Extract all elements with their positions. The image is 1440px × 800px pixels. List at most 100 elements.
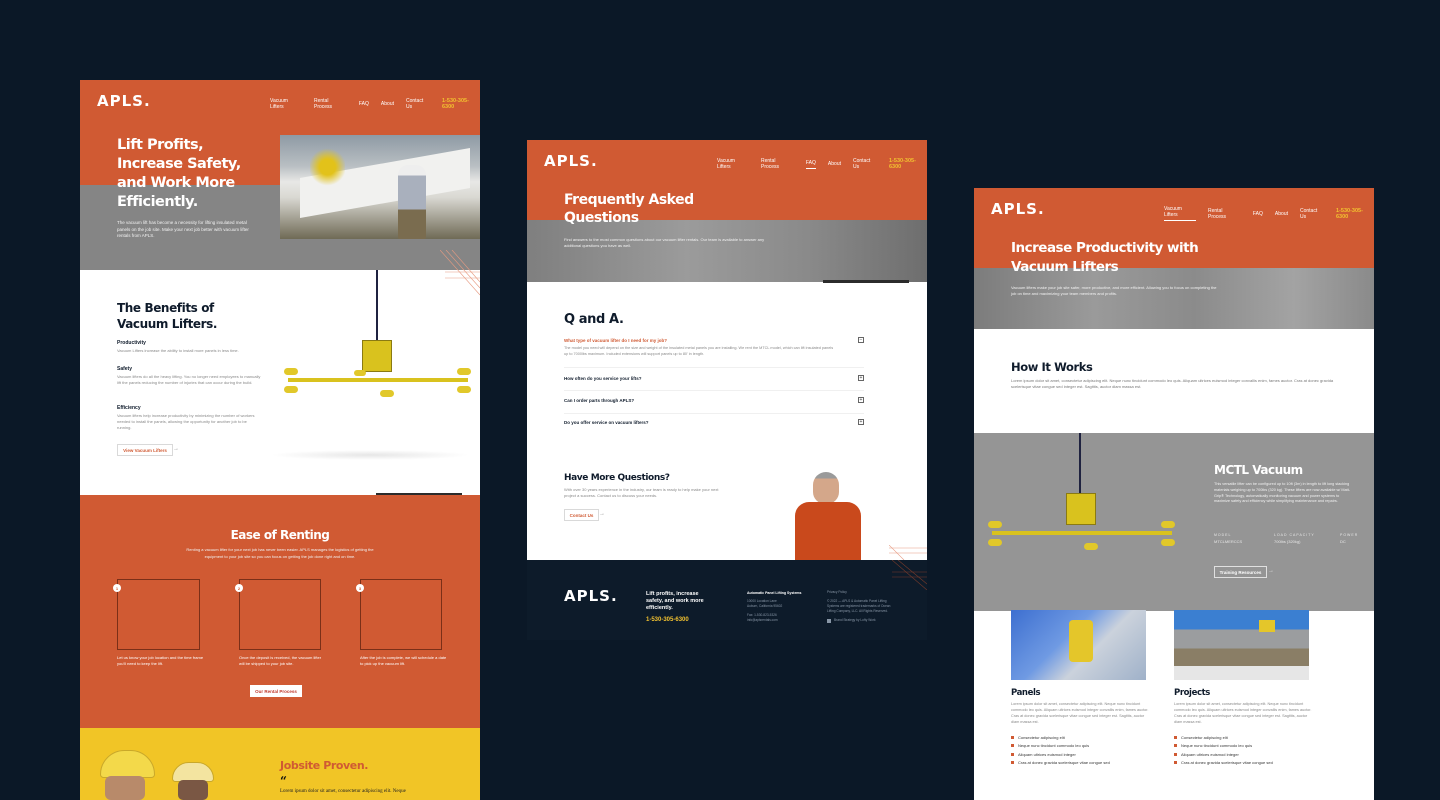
nav-vacuum-lifters[interactable]: Vacuum Lifters	[270, 98, 302, 110]
faq-item-open[interactable]: What type of vacuum lifter do I need for…	[564, 336, 864, 368]
faq-question[interactable]: Can I order parts through APLS?	[564, 398, 634, 403]
credit-icon	[827, 619, 831, 623]
footer-credit[interactable]: Brand Strategy by Lofty Work	[834, 618, 876, 623]
contact-us-button[interactable]: Contact Us	[564, 509, 599, 521]
benefit-title: Efficiency	[117, 405, 141, 411]
lifters-hero-title: Increase Productivity with Vacuum Lifter…	[1011, 239, 1199, 277]
worker-photo-2	[172, 762, 217, 800]
address-line: Auburn, California 95602	[747, 604, 783, 608]
testimonial-quote: Lorem ipsum dolor sit amet, consectetur …	[280, 789, 406, 794]
bullet-text: Cras at donec gravida scelerisque vitae …	[1181, 760, 1273, 766]
logo[interactable]: APLS.	[97, 92, 151, 110]
collapse-icon[interactable]: −	[858, 337, 864, 343]
lifter-beam	[992, 531, 1172, 535]
faq-question[interactable]: How often do you service your lifts?	[564, 376, 642, 381]
bullet-icon	[1011, 735, 1014, 739]
benefit-text: Vacuum Lifters increase the ability to i…	[117, 348, 239, 353]
nav-rental-process[interactable]: Rental Process	[314, 98, 347, 110]
nav-contact-us[interactable]: Contact Us	[1300, 208, 1324, 220]
nav-vacuum-lifters[interactable]: Vacuum Lifters	[717, 158, 749, 170]
step-image-box	[239, 579, 321, 650]
lifter-beam	[288, 378, 468, 382]
lifter-shape	[1259, 620, 1275, 632]
card-bullet-list: Consectetur adipiscing elit Neque nunc t…	[1011, 733, 1110, 767]
renting-title: Ease of Renting	[230, 528, 330, 542]
footer-tagline: Lift profits, increase safety, and work …	[646, 591, 704, 612]
nav-about[interactable]: About	[828, 161, 841, 167]
email-link[interactable]: info@aplsrentals.com	[747, 618, 778, 623]
logo[interactable]: APLS.	[991, 200, 1045, 218]
how-it-works-title: How It Works	[1011, 360, 1093, 374]
nav-vacuum-lifters[interactable]: Vacuum Lifters	[1164, 206, 1196, 221]
faq-question[interactable]: Do you offer service on vacuum lifters?	[564, 420, 649, 425]
training-resources-button[interactable]: Training Resources	[1214, 566, 1267, 578]
bullet-icon	[1011, 744, 1014, 748]
bullet-item: Cras at donec gravida scelerisque vitae …	[1174, 759, 1273, 768]
expand-icon[interactable]: +	[858, 375, 864, 381]
nav-faq[interactable]: FAQ	[1253, 211, 1263, 217]
more-questions-title: Have More Questions?	[564, 473, 670, 483]
privacy-policy-link[interactable]: Privacy Policy	[827, 590, 847, 595]
footer-logo[interactable]: APLS.	[564, 587, 618, 605]
suction-pad	[284, 368, 298, 375]
expand-icon[interactable]: +	[858, 419, 864, 425]
nav-phone-link[interactable]: 1-530-305-6300	[1336, 208, 1374, 220]
bullet-icon	[1011, 761, 1014, 765]
nav-contact-us[interactable]: Contact Us	[853, 158, 877, 170]
suction-pad	[1084, 543, 1098, 550]
lifter-cable	[376, 270, 378, 342]
site-footer: APLS. Lift profits, increase safety, and…	[527, 560, 927, 640]
nav-about[interactable]: About	[1275, 211, 1288, 217]
decorative-stripes	[889, 545, 927, 560]
worker-face	[178, 780, 208, 800]
faq-answer: The model you need will depend on the si…	[564, 346, 834, 356]
faq-item[interactable]: Do you offer service on vacuum lifters? …	[564, 414, 864, 434]
card-body: Lorem ipsum dolor sit amet, consectetur …	[1174, 702, 1312, 724]
bullet-text: Aliquam ultrices euismod integer	[1181, 751, 1239, 757]
hard-hat	[100, 750, 155, 778]
suction-pad	[1161, 521, 1175, 528]
lifters-hero-photo	[974, 268, 1374, 329]
tagline-line: safety, and work more	[646, 598, 704, 604]
faq-question[interactable]: What type of vacuum lifter do I need for…	[564, 338, 667, 343]
step-text: Let us know your job location and the ti…	[117, 655, 204, 666]
person-shirt	[795, 502, 861, 560]
faq-item[interactable]: How often do you service your lifts? +	[564, 368, 864, 391]
nav-contact-us[interactable]: Contact Us	[406, 98, 430, 110]
vacuum-lifters-page-mockup: APLS. Vacuum Lifters Rental Process FAQ …	[974, 188, 1374, 800]
step-image-box	[360, 579, 442, 650]
nav-rental-process[interactable]: Rental Process	[761, 158, 794, 170]
view-vacuum-lifters-button[interactable]: View Vacuum Lifters	[117, 444, 173, 456]
footer-company: Automatic Panel Lifting Systems	[747, 591, 802, 595]
how-it-works-body: Lorem ipsum dolor sit amet, consectetur …	[1011, 378, 1334, 389]
bullet-icon	[1174, 744, 1177, 748]
faq-hero-title: Frequently Asked Questions	[564, 191, 694, 227]
hero-title-line: Frequently Asked	[564, 192, 694, 208]
our-rental-process-button[interactable]: Our Rental Process	[250, 685, 302, 697]
nav-about[interactable]: About	[381, 101, 394, 107]
hero-title-line: Vacuum Lifters	[1011, 259, 1119, 275]
footer-phone[interactable]: 1-530-305-6300	[646, 617, 689, 623]
logo[interactable]: APLS.	[544, 152, 598, 170]
nav-rental-process[interactable]: Rental Process	[1208, 208, 1241, 220]
faq-item[interactable]: Can I order parts through APLS? +	[564, 391, 864, 414]
decorative-stripes	[440, 250, 480, 296]
nav-phone-link[interactable]: 1-530-305-6300	[442, 98, 480, 110]
arrow-right-icon: →	[599, 511, 605, 517]
step-image-box	[117, 579, 200, 650]
expand-icon[interactable]: +	[858, 397, 864, 403]
renting-body: Renting a vacuum lifter for your next jo…	[186, 547, 374, 559]
bullet-text: Aliquam ultrices euismod integer	[1018, 751, 1076, 757]
suction-pad	[1161, 539, 1175, 546]
faq-hero-body: Find answers to the most common question…	[564, 237, 765, 248]
hero-title-line: and Work More	[117, 175, 235, 191]
nav-faq[interactable]: FAQ	[359, 101, 369, 107]
benefits-title: The Benefits of Vacuum Lifters.	[117, 301, 217, 332]
benefit-text: Vacuum lifters do all the heavy lifting.…	[117, 374, 261, 385]
suction-pad	[380, 390, 394, 397]
nav-faq[interactable]: FAQ	[805, 160, 816, 169]
step-number-badge: 1	[113, 584, 121, 592]
lifter-cable	[1079, 433, 1081, 495]
nav-phone-link[interactable]: 1-530-305-6300	[889, 158, 927, 170]
bullet-text: Cras at donec gravida scelerisque vitae …	[1018, 760, 1110, 766]
